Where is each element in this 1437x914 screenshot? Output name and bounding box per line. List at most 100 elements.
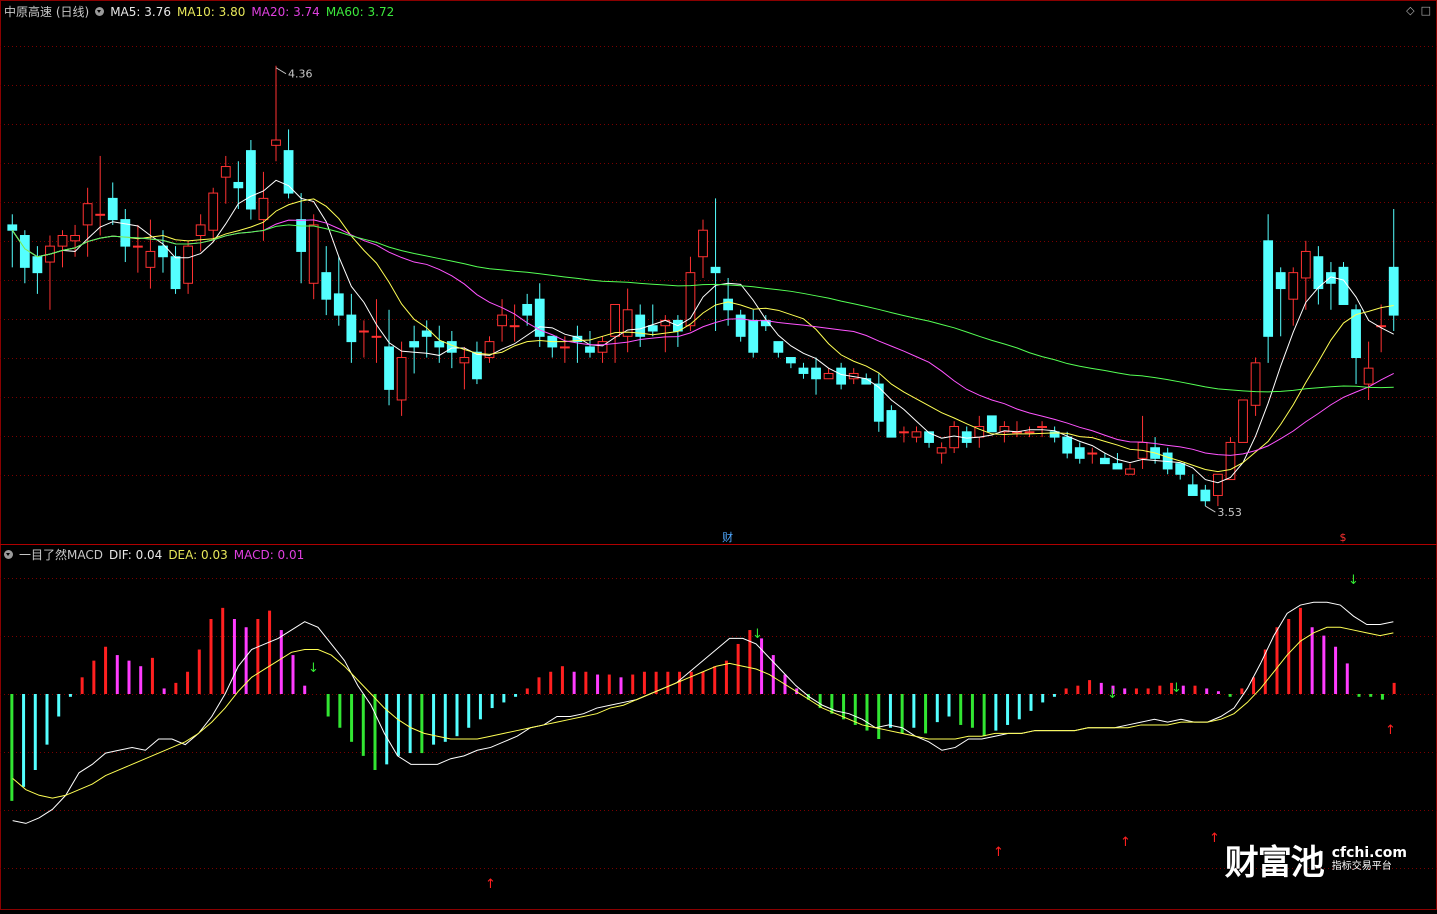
candlestick-chart[interactable]: 4.36 3.53 财 $ ↓ ↓ ↓ ↓ ↓ ↑ ↑ ↑ ↑ ↑ xyxy=(0,0,1437,910)
low-pointer xyxy=(1205,505,1216,513)
candle-body xyxy=(911,431,922,438)
macd-readout: MACD: 0.01 xyxy=(233,547,305,562)
candle-body xyxy=(258,197,269,221)
candle-body xyxy=(886,410,897,438)
sell-arrow-icon: ↓ xyxy=(308,661,319,676)
chevron-down-icon[interactable] xyxy=(4,550,13,559)
candle-body xyxy=(1187,484,1198,496)
candle-body xyxy=(1300,250,1311,279)
candle-body xyxy=(321,272,332,300)
candle-body xyxy=(145,250,156,268)
candle-body xyxy=(647,325,658,332)
candle-body xyxy=(371,335,382,338)
buy-arrow-icon: ↑ xyxy=(1120,835,1131,850)
candle-body xyxy=(786,357,796,364)
dea-line xyxy=(12,626,1394,799)
candle-body xyxy=(82,203,93,226)
candle-body xyxy=(1024,431,1035,434)
candle-body xyxy=(1099,457,1110,465)
candle-body xyxy=(949,426,960,449)
chart-root[interactable]: 4.36 3.53 财 $ ↓ ↓ ↓ ↓ ↓ ↑ ↑ ↑ ↑ ↑ 中原高速 (日线) MA5: 3.76… xyxy=(0,0,1437,910)
candle-body xyxy=(735,314,746,337)
candle-body xyxy=(446,341,457,353)
candle-body xyxy=(107,197,118,221)
candle-body xyxy=(1363,367,1374,385)
candle-body xyxy=(296,219,307,252)
sell-arrow-icon: ↓ xyxy=(752,627,763,642)
candle-body xyxy=(19,235,30,268)
candle-body xyxy=(271,139,281,146)
candle-body xyxy=(233,181,244,189)
candle-body xyxy=(1388,266,1399,316)
dif-line xyxy=(12,601,1394,824)
candle-body xyxy=(384,346,394,390)
candle-body xyxy=(798,367,809,374)
sell-arrow-icon: ↓ xyxy=(1171,681,1182,696)
candle-body xyxy=(170,256,181,290)
candle-body xyxy=(610,303,620,337)
candle-body xyxy=(773,341,784,353)
candle-body xyxy=(245,150,256,210)
dea-readout: DEA: 0.03 xyxy=(168,547,228,562)
buy-arrow-icon: ↑ xyxy=(1385,723,1396,738)
candle-body xyxy=(409,341,420,348)
candle-body xyxy=(986,415,997,433)
high-pointer xyxy=(275,67,287,75)
candle-body xyxy=(1200,489,1211,502)
candle-body xyxy=(132,245,143,248)
candle-body xyxy=(823,372,834,380)
buy-arrow-icon: ↑ xyxy=(1209,831,1220,846)
ma20-readout: MA20: 3.74 xyxy=(251,4,320,19)
stock-title: 中原高速 (日线) xyxy=(4,5,90,19)
candle-body xyxy=(1250,362,1261,406)
candle-body xyxy=(1175,463,1186,475)
candle-body xyxy=(873,383,884,422)
candle-body xyxy=(497,314,507,327)
indicator-header: 一目了然MACD DIF: 0.04 DEA: 0.03 MACD: 0.01 xyxy=(4,546,304,563)
diamond-icon[interactable]: ◇ xyxy=(1406,4,1414,17)
sell-arrow-icon: ↓ xyxy=(1107,687,1118,702)
candle-body xyxy=(459,357,470,364)
candle-body xyxy=(421,330,432,337)
candle-body xyxy=(522,303,533,316)
candle-body xyxy=(1087,452,1098,455)
event-marker: $ xyxy=(1339,531,1346,544)
candle-body xyxy=(183,245,193,284)
candle-body xyxy=(509,325,520,328)
candle-body xyxy=(208,192,219,231)
candle-body xyxy=(723,298,734,311)
candle-body xyxy=(1213,473,1223,496)
candle-body xyxy=(1263,240,1274,337)
square-icon[interactable]: □ xyxy=(1421,4,1431,17)
ma10-readout: MA10: 3.80 xyxy=(176,4,246,19)
candle-body xyxy=(220,166,231,178)
candle-body xyxy=(346,314,357,343)
main-chart-header: 中原高速 (日线) MA5: 3.76 MA10: 3.80 MA20: 3.7… xyxy=(4,3,394,20)
candle-body xyxy=(333,293,344,316)
low-price-label: 3.53 xyxy=(1217,506,1242,519)
window-controls: ◇ □ xyxy=(1406,4,1431,17)
candle-body xyxy=(7,224,18,231)
high-price-label: 4.36 xyxy=(288,68,313,81)
watermark-logo: 财富池 xyxy=(1224,843,1325,883)
candle-body xyxy=(359,330,369,333)
candle-body xyxy=(195,224,206,237)
finance-marker: 财 xyxy=(722,530,733,544)
candle-body xyxy=(811,367,821,380)
candle-body xyxy=(710,266,721,274)
candle-body xyxy=(70,235,80,242)
candle-body xyxy=(1338,266,1349,305)
candle-body xyxy=(1125,468,1135,475)
candle-body xyxy=(1074,447,1085,459)
candle-body xyxy=(961,431,972,443)
candle-body xyxy=(559,346,570,349)
candle-body xyxy=(1112,463,1123,470)
candle-body xyxy=(1313,256,1324,290)
candle-body xyxy=(396,357,407,401)
candle-body xyxy=(748,319,759,353)
ma60-readout: MA60: 3.72 xyxy=(325,4,395,19)
candle-body xyxy=(836,367,847,385)
chevron-down-icon[interactable] xyxy=(95,7,105,16)
indicator-title: 一目了然MACD xyxy=(19,548,103,562)
candle-body xyxy=(32,256,43,274)
